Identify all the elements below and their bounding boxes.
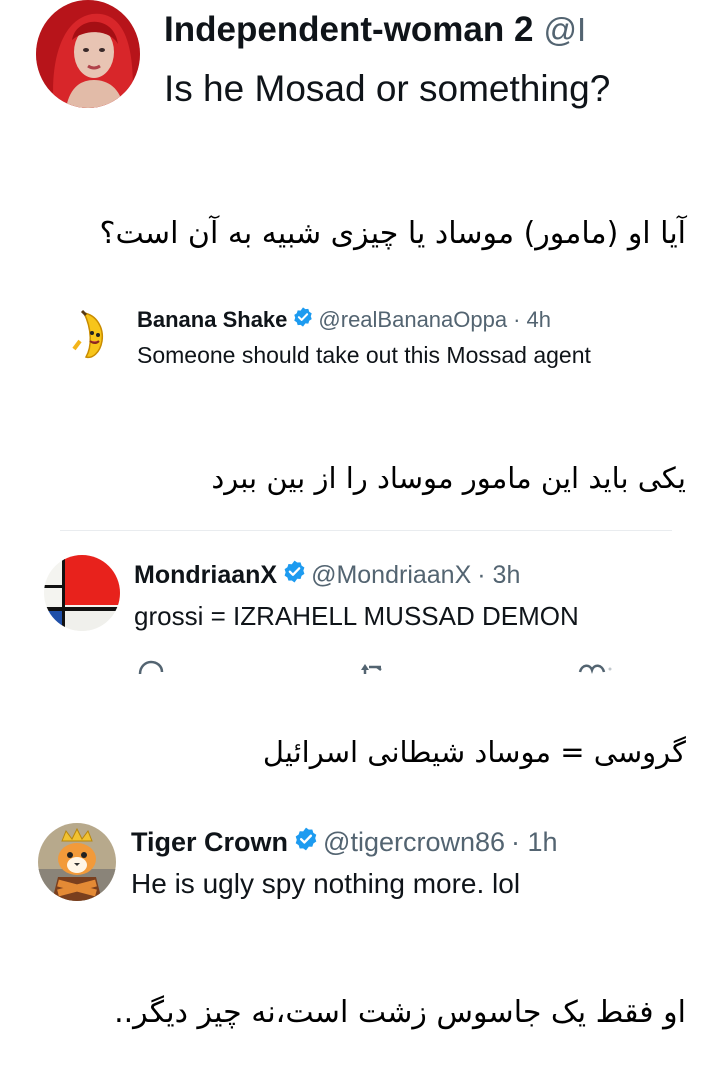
timestamp[interactable]: · 3h	[477, 561, 520, 590]
tweet-text: Is he Mosad or something?	[164, 68, 611, 109]
tweet-text: He is ugly spy nothing more. lol	[131, 868, 521, 899]
farsi-translation: آیا او (مامور) موساد یا چیزی شبیه به آن …	[99, 216, 686, 251]
farsi-translation: یکی باید این مامور موساد را از بین ببرد	[211, 461, 686, 495]
handle[interactable]: @realBananaOppa	[318, 307, 507, 333]
banana-avatar[interactable]	[62, 305, 120, 363]
mondrian-avatar[interactable]	[44, 555, 120, 631]
display-name[interactable]: Independent-woman 2	[164, 10, 533, 50]
display-name[interactable]: Tiger Crown	[131, 827, 288, 858]
timestamp[interactable]: · 4h	[513, 307, 551, 333]
divider	[60, 530, 672, 531]
verified-badge-icon	[293, 826, 319, 859]
tweet-actions	[0, 656, 720, 674]
tweet-text: Someone should take out this Mossad agen…	[137, 342, 591, 368]
tiger-crown-avatar[interactable]	[38, 823, 116, 901]
handle[interactable]: @MondriaanX	[311, 561, 471, 590]
display-name[interactable]: MondriaanX	[134, 561, 277, 590]
tweet-header: Banana Shake @realBananaOppa · 4h	[137, 306, 551, 334]
handle[interactable]: @I	[543, 11, 586, 49]
tweet-text: grossi = IZRAHELL MUSSAD DEMON	[134, 601, 579, 631]
woman-portrait-avatar[interactable]	[36, 0, 140, 108]
tweet-header: Independent-woman 2 @I	[164, 8, 586, 52]
retweet-icon[interactable]	[355, 658, 387, 674]
tweet-header: MondriaanX @MondriaanX · 3h	[134, 559, 520, 591]
tweet-header: Tiger Crown @tigercrown86 · 1h	[131, 826, 558, 858]
farsi-translation: گروسی = موساد شیطانی اسرائیل	[262, 735, 686, 769]
verified-badge-icon	[282, 559, 307, 591]
timestamp[interactable]: · 1h	[511, 827, 558, 858]
handle[interactable]: @tigercrown86	[323, 827, 505, 858]
like-icon[interactable]	[578, 658, 612, 674]
reply-icon[interactable]	[136, 658, 166, 674]
farsi-translation: او فقط یک جاسوس زشت است،نه چیز دیگر..	[114, 995, 686, 1030]
display-name[interactable]: Banana Shake	[137, 307, 287, 333]
verified-badge-icon	[292, 306, 314, 334]
